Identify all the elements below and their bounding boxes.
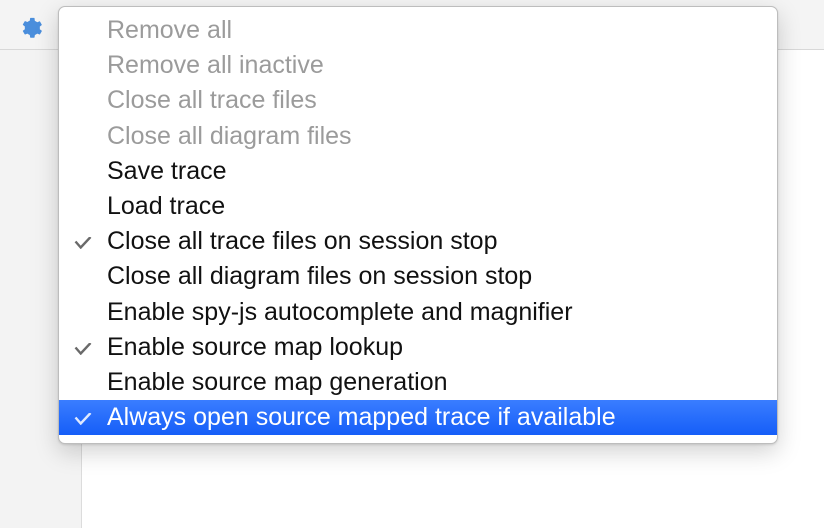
menu-item-close-all-trace-files[interactable]: Close all trace files: [59, 83, 777, 118]
menu-item-label: Enable source map generation: [107, 365, 763, 400]
menu-item-always-open-source-mapped[interactable]: Always open source mapped trace if avail…: [59, 400, 777, 435]
menu-item-close-trace-on-stop[interactable]: Close all trace files on session stop: [59, 224, 777, 259]
menu-item-label: Remove all inactive: [107, 48, 763, 83]
menu-item-enable-source-map-generation[interactable]: Enable source map generation: [59, 365, 777, 400]
menu-item-label: Close all diagram files: [107, 119, 763, 154]
menu-item-label: Load trace: [107, 189, 763, 224]
menu-item-remove-all-inactive[interactable]: Remove all inactive: [59, 48, 777, 83]
gear-icon: [22, 17, 44, 46]
menu-item-save-trace[interactable]: Save trace: [59, 154, 777, 189]
menu-item-load-trace[interactable]: Load trace: [59, 189, 777, 224]
menu-item-close-diagram-on-stop[interactable]: Close all diagram files on session stop: [59, 259, 777, 294]
settings-button[interactable]: [20, 18, 46, 44]
menu-item-enable-source-map-lookup[interactable]: Enable source map lookup: [59, 330, 777, 365]
menu-item-enable-spyjs-autocomplete[interactable]: Enable spy-js autocomplete and magnifier: [59, 295, 777, 330]
menu-item-remove-all[interactable]: Remove all: [59, 13, 777, 48]
menu-item-label: Enable source map lookup: [107, 330, 763, 365]
settings-dropdown-menu: Remove all Remove all inactive Close all…: [58, 6, 778, 444]
check-icon: [59, 224, 107, 259]
check-icon: [59, 400, 107, 435]
menu-item-label: Always open source mapped trace if avail…: [107, 400, 763, 435]
menu-item-label: Enable spy-js autocomplete and magnifier: [107, 295, 763, 330]
menu-item-label: Close all trace files on session stop: [107, 224, 763, 259]
menu-item-label: Remove all: [107, 13, 763, 48]
check-icon: [59, 330, 107, 365]
menu-item-label: Close all trace files: [107, 83, 763, 118]
menu-item-label: Close all diagram files on session stop: [107, 259, 763, 294]
menu-item-close-all-diagram-files[interactable]: Close all diagram files: [59, 119, 777, 154]
menu-item-label: Save trace: [107, 154, 763, 189]
